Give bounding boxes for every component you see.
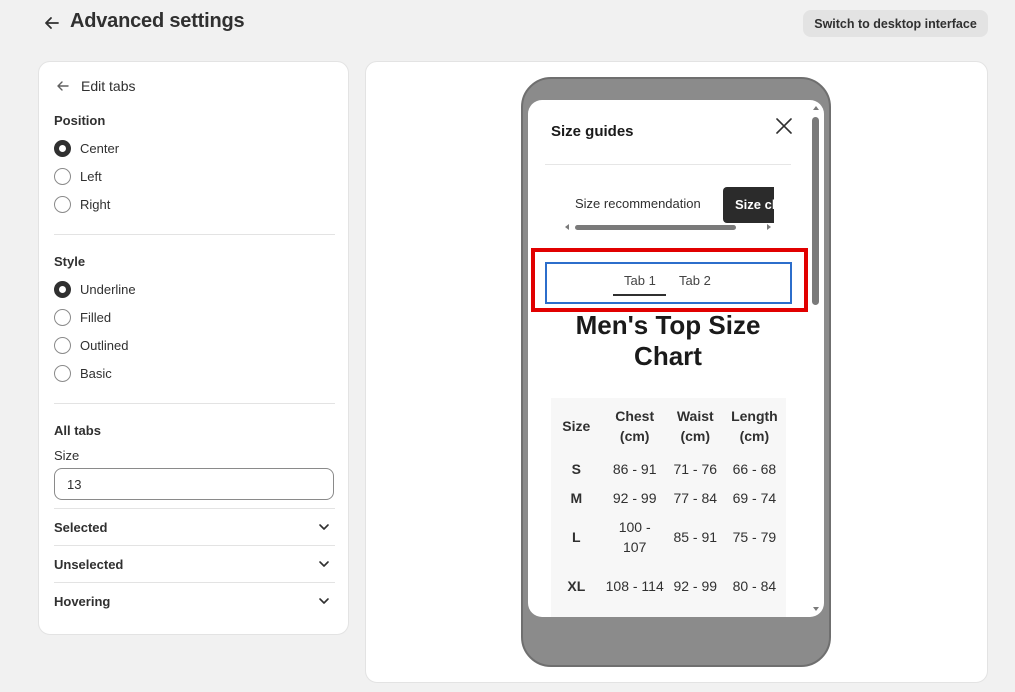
modal-divider (545, 164, 791, 165)
table-cell: 80 - 84 (732, 578, 777, 594)
table-header: Size (562, 418, 591, 434)
inner-tab-2[interactable]: Tab 2 (679, 273, 711, 288)
table-cell: S (571, 461, 581, 477)
position-radio-left[interactable]: Left (54, 168, 102, 185)
size-label: Size (54, 448, 80, 463)
table-cell: 77 - 84 (673, 490, 718, 506)
highlight-annotation-box (531, 248, 808, 312)
close-icon[interactable] (773, 115, 795, 137)
radio-unchecked-icon (54, 309, 71, 326)
table-header: Length (cm) (731, 408, 778, 444)
back-arrow-icon (57, 81, 69, 91)
position-radio-right[interactable]: Right (54, 196, 110, 213)
edit-tabs-label: Edit tabs (81, 78, 136, 94)
unselected-collapsible[interactable]: Unselected (54, 546, 335, 582)
edit-tabs-back-link[interactable]: Edit tabs (55, 78, 135, 94)
table-cell: M (570, 490, 583, 506)
inner-tab-1[interactable]: Tab 1 (624, 273, 656, 288)
tab-size-chart[interactable]: Size chart (723, 187, 774, 223)
chevron-down-icon (319, 598, 329, 604)
size-table: Size Chest (cm) Waist (cm) Length (cm) S… (551, 398, 786, 610)
style-radio-filled[interactable]: Filled (54, 309, 111, 326)
table-row: M 92 - 99 77 - 84 69 - 74 (551, 484, 786, 512)
table-cell: 92 - 99 (612, 490, 657, 506)
radio-label: Filled (80, 310, 112, 325)
scroll-left-icon[interactable] (563, 223, 571, 231)
radio-unchecked-icon (54, 337, 71, 354)
size-guide-tabs: Size recommendation Size chart (545, 185, 774, 225)
radio-unchecked-icon (54, 196, 71, 213)
table-cell: L (572, 529, 581, 545)
scroll-up-icon[interactable] (811, 103, 821, 113)
table-cell: 86 - 91 (612, 461, 657, 477)
size-chart-title: Men's Top Size Chart (575, 310, 761, 371)
style-radio-basic[interactable]: Basic (54, 365, 112, 382)
settings-panel: Edit tabs Position Center Left Right Sty… (38, 61, 349, 635)
divider (54, 403, 335, 404)
table-cell: 108 - 114 (605, 578, 664, 594)
radio-label: Underline (80, 282, 136, 297)
position-radio-center[interactable]: Center (54, 140, 119, 157)
chevron-down-icon (319, 561, 329, 567)
scroll-right-icon[interactable] (765, 223, 773, 231)
tab-size-recommendation[interactable]: Size recommendation (575, 189, 701, 219)
table-cell: 100 - 107 (618, 519, 651, 555)
table-header: Chest (cm) (615, 408, 655, 444)
vertical-scrollbar-thumb[interactable] (812, 117, 819, 305)
radio-label: Left (80, 169, 102, 184)
selected-collapsible[interactable]: Selected (54, 509, 335, 545)
radio-checked-icon (54, 140, 71, 157)
table-header: Waist (cm) (676, 408, 714, 444)
radio-label: Center (80, 141, 120, 156)
radio-checked-icon (54, 281, 71, 298)
hovering-collapsible[interactable]: Hovering (54, 583, 335, 619)
style-heading: Style (54, 254, 86, 269)
modal-title: Size guides (551, 123, 634, 140)
divider (54, 234, 335, 235)
table-cell: 85 - 91 (673, 529, 718, 545)
radio-label: Outlined (80, 338, 129, 353)
table-cell: 92 - 99 (673, 578, 718, 594)
table-cell: 69 - 74 (732, 490, 777, 506)
collapsible-label: Unselected (54, 556, 124, 572)
table-row: S 86 - 91 71 - 76 66 - 68 (551, 454, 786, 484)
table-cell: 71 - 76 (673, 461, 718, 477)
collapsible-label: Selected (54, 519, 108, 535)
all-tabs-heading: All tabs (54, 423, 101, 438)
table-header-row: Size Chest (cm) Waist (cm) Length (cm) (551, 398, 786, 454)
table-cell: 66 - 68 (732, 461, 777, 477)
collapsible-label: Hovering (54, 593, 111, 609)
table-row: XL 108 - 114 92 - 99 80 - 84 (551, 562, 786, 610)
radio-label: Basic (80, 366, 112, 381)
switch-to-desktop-button[interactable]: Switch to desktop interface (803, 10, 988, 37)
chevron-down-icon (319, 524, 329, 530)
table-cell: 75 - 79 (732, 529, 777, 545)
radio-label: Right (80, 197, 111, 212)
back-arrow-icon[interactable] (42, 13, 62, 33)
scroll-down-icon[interactable] (811, 604, 821, 614)
style-radio-underline[interactable]: Underline (54, 281, 136, 298)
horizontal-scrollbar-thumb[interactable] (575, 225, 736, 230)
table-row: L 100 - 107 85 - 91 75 - 79 (551, 512, 786, 562)
radio-unchecked-icon (54, 365, 71, 382)
active-tab-underline (613, 294, 666, 296)
table-cell: XL (567, 578, 586, 594)
size-input[interactable] (54, 468, 334, 500)
page-title: Advanced settings (70, 10, 245, 32)
radio-unchecked-icon (54, 168, 71, 185)
style-radio-outlined[interactable]: Outlined (54, 337, 128, 354)
position-heading: Position (54, 113, 106, 128)
size-table-container: Size Chest (cm) Waist (cm) Length (cm) S… (551, 398, 786, 617)
